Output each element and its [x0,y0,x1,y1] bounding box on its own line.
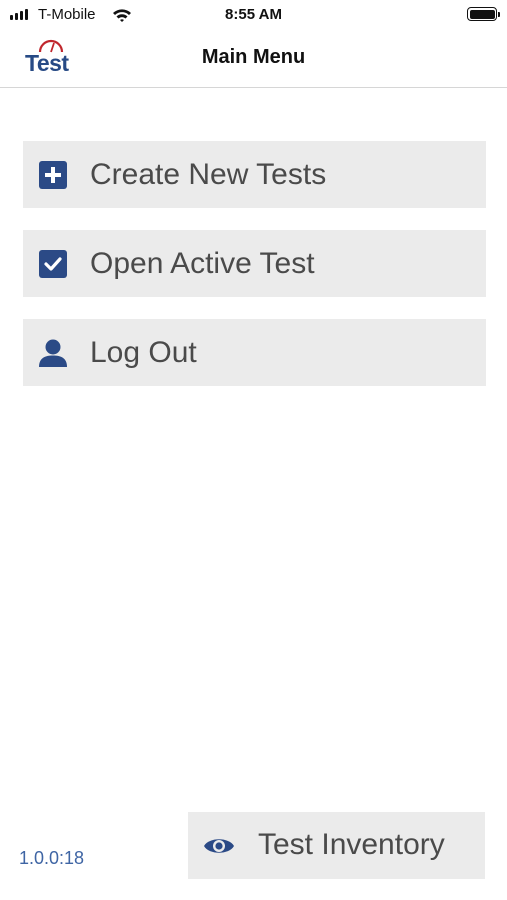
log-out-button[interactable]: Log Out [23,319,486,386]
app-version: 1.0.0:18 [19,848,85,868]
page-title: Main Menu [201,46,306,68]
battery-icon [467,7,500,21]
plus-square-icon [38,161,68,189]
create-new-tests-label: Create New Tests [90,157,327,191]
status-bar: T-Mobile 8:55 AM [0,0,507,30]
open-active-test-button[interactable]: Open Active Test [23,230,486,297]
status-time: 8:55 AM [225,6,282,23]
checkbox-icon [38,250,68,278]
log-out-label: Log Out [90,335,197,369]
user-icon [38,339,68,367]
open-active-test-label: Open Active Test [90,246,315,280]
test-inventory-label: Test Inventory [258,828,445,861]
eye-icon [203,834,235,858]
nav-bar: Test Main Menu [0,30,507,88]
create-new-tests-button[interactable]: Create New Tests [23,141,486,208]
test-inventory-button[interactable]: Test Inventory [188,812,485,879]
